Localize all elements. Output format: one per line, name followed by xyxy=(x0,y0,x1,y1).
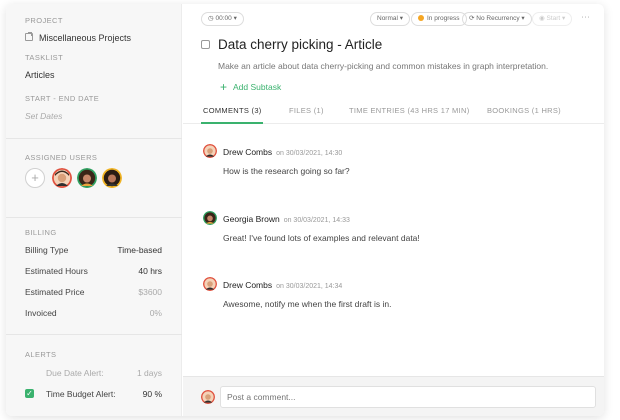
plus-icon: + xyxy=(220,80,228,94)
folder-icon xyxy=(25,32,33,41)
time-budget-alert-checkbox[interactable]: ✓ xyxy=(25,389,34,398)
add-subtask-button[interactable]: + Add Subtask xyxy=(220,80,281,94)
comment-author-name[interactable]: Drew Combs xyxy=(223,147,272,157)
time-budget-alert-value[interactable]: 90 % xyxy=(143,389,162,399)
recurrence-value: No Recurrency xyxy=(476,15,520,22)
task-main: ◷ 00:00 ▾ Normal ▾ In progress ⟳ No Recu… xyxy=(183,4,604,416)
invoiced-label: Invoiced xyxy=(25,308,57,318)
comment-timestamp: on 30/03/2021, 14:33 xyxy=(283,217,350,224)
task-panel: PROJECT Miscellaneous Projects TASKLIST … xyxy=(6,4,604,416)
comment-body: Great! I've found lots of examples and r… xyxy=(223,233,420,243)
due-date-alert-label: Due Date Alert: xyxy=(46,368,104,378)
avatar[interactable] xyxy=(52,168,72,188)
set-dates-field[interactable]: Set Dates xyxy=(25,111,62,121)
comment-timestamp: on 30/03/2021, 14:34 xyxy=(276,283,343,290)
active-tab-indicator xyxy=(201,122,263,124)
timer-button[interactable]: ◷ 00:00 ▾ xyxy=(201,12,244,26)
billing-type-value[interactable]: Time-based xyxy=(117,245,162,255)
estimated-price-label: Estimated Price xyxy=(25,287,85,297)
tasklist-label: TASKLIST xyxy=(25,53,64,62)
start-button[interactable]: ◉ Start ▾ xyxy=(532,12,573,26)
divider xyxy=(6,217,182,218)
avatar xyxy=(203,144,217,158)
tab-bar: COMMENTS (3) FILES (1) TIME ENTRIES (43 … xyxy=(183,100,604,124)
tab-files[interactable]: FILES (1) xyxy=(289,106,324,115)
comment-input[interactable] xyxy=(220,386,596,408)
comment-author: Drew Combs on 30/03/2021, 14:30 xyxy=(223,147,342,157)
dates-label: START - END DATE xyxy=(25,94,100,103)
comment-body: How is the research going so far? xyxy=(223,166,350,176)
billing-label: BILLING xyxy=(25,228,57,237)
project-name[interactable]: Miscellaneous Projects xyxy=(39,33,131,43)
due-date-alert-checkbox[interactable] xyxy=(25,368,34,377)
tab-bookings[interactable]: BOOKINGS (1 HRS) xyxy=(487,106,561,115)
tab-time-entries[interactable]: TIME ENTRIES (43 HRS 17 MIN) xyxy=(349,106,470,115)
comment-body: Awesome, notify me when the first draft … xyxy=(223,299,392,309)
more-options-icon[interactable]: ⋯ xyxy=(581,12,590,23)
add-subtask-label: Add Subtask xyxy=(233,82,282,92)
comment-author-name[interactable]: Drew Combs xyxy=(223,280,272,290)
avatar xyxy=(201,390,215,404)
avatar xyxy=(203,211,217,225)
add-user-button[interactable]: + xyxy=(25,168,45,188)
comment-author: Drew Combs on 30/03/2021, 14:34 xyxy=(223,280,342,290)
start-label: Start xyxy=(546,15,561,22)
priority-select[interactable]: Normal ▾ xyxy=(370,12,411,26)
recurrence-select[interactable]: ⟳ No Recurrency ▾ xyxy=(462,12,532,26)
estimated-hours-value[interactable]: 40 hrs xyxy=(138,266,162,276)
assigned-users-label: ASSIGNED USERS xyxy=(25,153,98,162)
comment-author-name[interactable]: Georgia Brown xyxy=(223,214,280,224)
status-value: In progress xyxy=(427,15,460,22)
priority-value: Normal xyxy=(377,15,398,22)
billing-type-label: Billing Type xyxy=(25,245,69,255)
timer-value: 00:00 xyxy=(215,15,232,22)
project-label: PROJECT xyxy=(25,16,63,25)
avatar xyxy=(203,277,217,291)
comment-author: Georgia Brown on 30/03/2021, 14:33 xyxy=(223,214,350,224)
divider xyxy=(6,138,182,139)
avatar[interactable] xyxy=(77,168,97,188)
task-complete-checkbox[interactable] xyxy=(201,40,210,49)
status-select[interactable]: In progress xyxy=(411,12,467,26)
time-budget-alert-label: Time Budget Alert: xyxy=(46,389,116,399)
estimated-price-value[interactable]: $3600 xyxy=(138,287,162,297)
comment-timestamp: on 30/03/2021, 14:30 xyxy=(276,150,343,157)
due-date-alert-value[interactable]: 1 days xyxy=(137,368,162,378)
task-sidebar: PROJECT Miscellaneous Projects TASKLIST … xyxy=(6,4,182,416)
task-title[interactable]: Data cherry picking - Article xyxy=(218,37,382,52)
avatar[interactable] xyxy=(102,168,122,188)
alerts-label: ALERTS xyxy=(25,350,57,359)
divider xyxy=(6,334,182,335)
tasklist-name[interactable]: Articles xyxy=(25,70,55,80)
comment-composer xyxy=(183,376,604,416)
tab-comments[interactable]: COMMENTS (3) xyxy=(203,106,262,115)
task-description[interactable]: Make an article about data cherry-pickin… xyxy=(218,61,548,71)
invoiced-value: 0% xyxy=(149,308,162,318)
estimated-hours-label: Estimated Hours xyxy=(25,266,88,276)
status-dot xyxy=(418,15,424,21)
